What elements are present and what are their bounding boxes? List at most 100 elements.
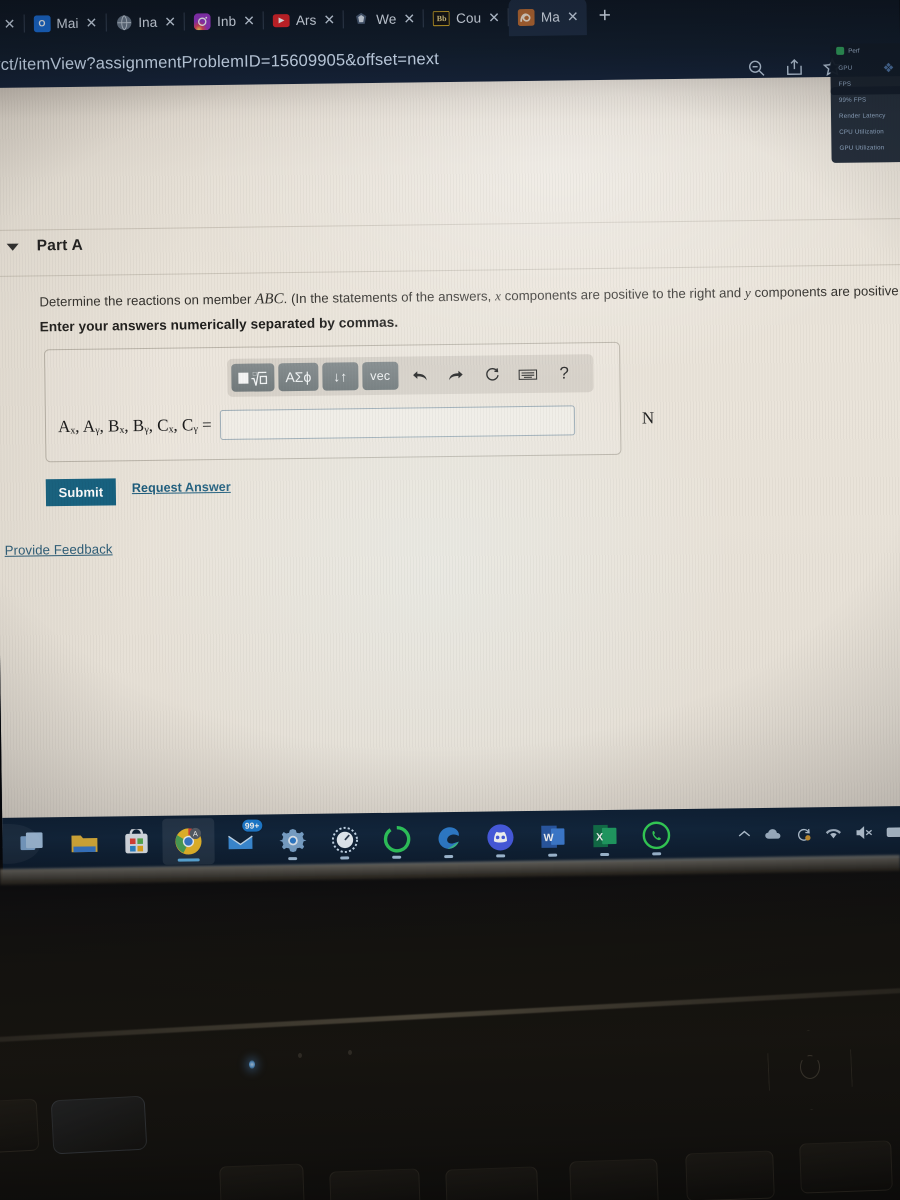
battery-icon[interactable] (886, 826, 900, 838)
part-a-header[interactable]: Part A (6, 237, 84, 256)
taskbar-edge[interactable] (422, 815, 475, 862)
sqrt-icon: □ (251, 371, 268, 386)
question-mid: . (In the statements of the answers, (283, 288, 496, 307)
tab-close-icon[interactable]: ✕ (322, 11, 336, 27)
browser-tab[interactable]: We ✕ (344, 0, 423, 38)
mastering-icon (517, 8, 536, 26)
taskbar-chrome[interactable]: A (162, 818, 215, 865)
volume-muted-icon[interactable] (855, 826, 873, 840)
keyboard-key (445, 1166, 539, 1200)
divider (0, 218, 900, 231)
taskbar-apps[interactable]: A 99+ W X (2, 812, 683, 867)
taskbar-microsoft-store[interactable] (110, 819, 163, 866)
tab-title: We (376, 11, 397, 27)
svg-text:A: A (193, 829, 198, 838)
status-led-num (348, 1050, 352, 1055)
question-text: Determine the reactions on member ABC. (… (39, 282, 900, 312)
onedrive-cloud-icon[interactable] (764, 828, 782, 840)
chrome-icon: A (173, 826, 203, 856)
taskbar-excel[interactable]: X (578, 813, 631, 860)
browser-toolbar-actions[interactable] (746, 57, 842, 78)
tab-close-icon[interactable]: ✕ (487, 9, 501, 25)
answer-input[interactable] (219, 405, 575, 441)
redo-icon[interactable] (442, 362, 470, 388)
system-tray[interactable] (737, 825, 900, 842)
perf-metric-render-latency: Render Latency (838, 111, 886, 120)
request-answer-link[interactable]: Request Answer (132, 480, 231, 495)
tab-close-icon[interactable]: ✕ (3, 16, 17, 32)
chevron-down-icon[interactable] (6, 243, 19, 251)
browser-tab[interactable]: Inb ✕ (185, 1, 263, 40)
discord-icon (485, 822, 515, 852)
tab-close-icon[interactable]: ✕ (242, 13, 256, 29)
taskbar-whatsapp[interactable] (630, 812, 683, 859)
question-suffix: components are positive upward.) (754, 282, 900, 301)
provide-feedback-link[interactable]: Provide Feedback (5, 541, 113, 557)
vector-button[interactable]: vec (362, 361, 399, 391)
taskbar-mail[interactable]: 99+ (214, 817, 267, 864)
settings-gear-icon (277, 825, 307, 855)
tab-title: Cou (456, 10, 482, 26)
answer-panel: □ ΑΣϕ ↓↑ vec ? Aₓ, Aᵧ, Bₓ, Bᵧ, Cₓ, Cᵧ = … (44, 341, 654, 463)
taskbar-word[interactable]: W (526, 813, 579, 860)
reset-icon[interactable] (478, 361, 506, 387)
show-hidden-icons-icon[interactable] (737, 829, 751, 839)
perf-title-label: Perf (848, 47, 860, 55)
tab-close-icon[interactable]: ✕ (163, 14, 177, 30)
math-toolbar[interactable]: □ ΑΣϕ ↓↑ vec ? (227, 354, 594, 397)
running-indicator (444, 855, 454, 859)
tab-close-icon[interactable]: ✕ (566, 8, 580, 24)
screen-glare (0, 76, 900, 848)
outlook-icon: O (33, 14, 51, 32)
template-sqrt-button[interactable]: □ (231, 363, 275, 392)
word-icon: W (537, 822, 567, 852)
subscript-superscript-button[interactable]: ↓↑ (322, 362, 359, 391)
microsoft-store-icon (121, 827, 151, 857)
audio-dial-icon (329, 824, 359, 854)
greek-symbols-button[interactable]: ΑΣϕ (278, 362, 319, 392)
perf-title-row: Perf (836, 46, 900, 55)
zoom-out-icon[interactable] (746, 58, 766, 78)
tab-close-icon[interactable]: ✕ (402, 10, 416, 26)
browser-tab[interactable]: ▶ Ars ✕ (264, 0, 344, 39)
wifi-icon[interactable] (824, 826, 842, 840)
browser-tab[interactable]: Ina ✕ (106, 2, 184, 41)
blackboard-icon: Bb (433, 9, 451, 26)
excel-icon: X (589, 821, 619, 851)
sports-icon (353, 11, 370, 28)
laptop-photo: ✕ O Mai ✕ Ina ✕ Inb ✕ ▶ Ars ✕ We ✕ Bb Cou ✕ Ma ✕ + yct/ite… (0, 0, 900, 1200)
tab-title: Ma (540, 9, 560, 25)
keyboard-icon[interactable] (514, 361, 542, 387)
perf-overlay-metrics: 99% FPS Render Latency CPU Utilization G… (830, 85, 900, 163)
keyboard-key (685, 1150, 775, 1200)
perf-row-fps: FPS (838, 80, 852, 88)
new-tab-button[interactable]: + (586, 4, 623, 28)
globe-icon (115, 14, 132, 31)
instruction-text: Enter your answers numerically separated… (39, 314, 399, 335)
tab-title: Ars (295, 12, 317, 28)
taskbar-file-explorer[interactable] (58, 819, 111, 866)
browser-tab-active[interactable]: Ma ✕ (508, 0, 587, 37)
tab-close-icon[interactable]: ✕ (84, 15, 98, 31)
share-icon[interactable] (784, 57, 804, 77)
tab-title: Ina (138, 14, 158, 30)
sync-icon[interactable] (795, 826, 811, 841)
browser-tab[interactable]: Bb Cou ✕ (424, 0, 508, 37)
submit-button[interactable]: Submit (45, 478, 117, 507)
browser-tab[interactable]: O Mai ✕ (24, 3, 105, 42)
help-icon[interactable]: ? (550, 360, 578, 386)
taskbar-audio-dial[interactable] (318, 816, 371, 863)
keyboard-key (569, 1158, 659, 1200)
perf-metric-gpu-utilization: GPU Utilization (839, 143, 885, 152)
keyboard-key (799, 1140, 893, 1194)
running-indicator (652, 852, 662, 856)
equation-label: Aₓ, Aᵧ, Bₓ, Bᵧ, Cₓ, Cᵧ = (57, 415, 212, 437)
taskbar-settings-gear[interactable] (266, 817, 319, 864)
taskbar-green-ring[interactable] (370, 815, 423, 862)
browser-tab[interactable]: ✕ (0, 5, 24, 43)
answer-row: Aₓ, Aᵧ, Bₓ, Bᵧ, Cₓ, Cᵧ = (58, 405, 575, 442)
undo-icon[interactable] (406, 362, 434, 388)
extensions-puzzle-icon[interactable]: ❖ (883, 60, 895, 76)
taskbar-discord[interactable] (474, 814, 527, 861)
green-ring-icon (381, 824, 411, 854)
